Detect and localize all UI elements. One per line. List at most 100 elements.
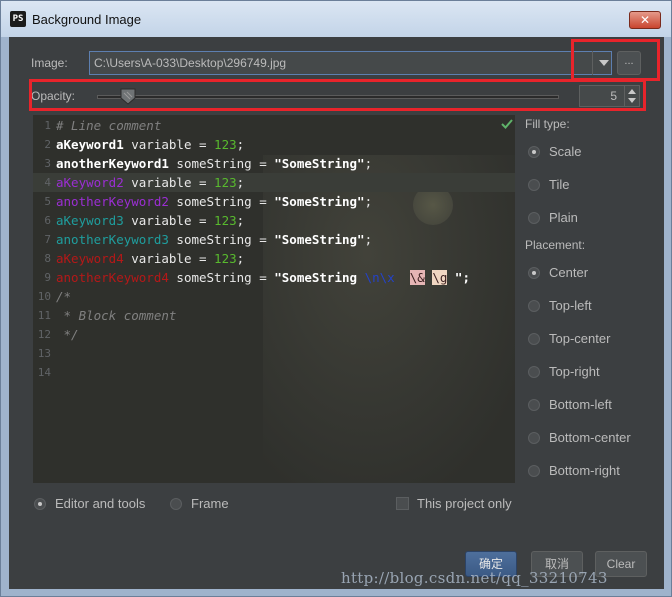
line-number: 8 [44, 252, 51, 265]
code-token: "; [447, 270, 470, 285]
fill-type-radio[interactable] [528, 146, 540, 158]
code-token: variable = [123, 137, 215, 152]
code-line: aKeyword3 variable = 123; [56, 213, 244, 228]
line-number: 11 [37, 309, 51, 322]
code-token: "SomeString" [274, 156, 365, 171]
placement-radio[interactable] [528, 432, 540, 444]
fill-type-option-label[interactable]: Scale [549, 144, 582, 159]
code-token: 123 [214, 213, 237, 228]
checkmark-icon [501, 119, 513, 129]
line-number: 3 [44, 157, 51, 170]
code-line: /* [56, 289, 71, 304]
code-token: \g [432, 270, 448, 285]
code-token: /* [56, 289, 72, 304]
watermark-text: http://blog.csdn.net/qq_33210743 [341, 569, 608, 587]
code-token: anotherKeyword3 [56, 232, 169, 247]
highlight-box-browse [571, 39, 660, 81]
code-token: aKeyword3 [56, 213, 124, 228]
placement-radio[interactable] [528, 366, 540, 378]
code-token: ; [236, 175, 245, 190]
code-token: aKeyword4 [56, 251, 124, 266]
line-number: 4 [44, 176, 51, 189]
code-token: 123 [214, 137, 237, 152]
background-image-dialog: PS Background Image ✕ Image: C:\Users\A-… [0, 0, 672, 597]
placement-radio[interactable] [528, 267, 540, 279]
placement-option-label[interactable]: Top-center [549, 331, 610, 346]
code-token: someString = [168, 194, 275, 209]
placement-radio[interactable] [528, 300, 540, 312]
code-token: */ [56, 327, 79, 342]
window-title: Background Image [32, 12, 142, 27]
line-number: 9 [44, 271, 51, 284]
code-line: aKeyword4 variable = 123; [56, 251, 244, 266]
title-bar: PS Background Image ✕ [1, 1, 671, 37]
code-token: someString = [168, 270, 275, 285]
editor-and-tools-label[interactable]: Editor and tools [55, 496, 145, 511]
fill-type-option-label[interactable]: Plain [549, 210, 578, 225]
code-token: someString = [168, 232, 275, 247]
placement-radio[interactable] [528, 465, 540, 477]
placement-radio[interactable] [528, 333, 540, 345]
code-line: aKeyword1 variable = 123; [56, 137, 244, 152]
code-token: * Block comment [56, 308, 177, 323]
line-number: 5 [44, 195, 51, 208]
line-number: 14 [37, 366, 51, 379]
line-number-gutter: 1 2 3 4 5 6 7 8 9 10 11 12 13 14 [33, 115, 55, 483]
image-label: Image: [31, 56, 68, 70]
fill-type-option-label[interactable]: Tile [549, 177, 569, 192]
line-number: 10 [37, 290, 51, 303]
line-number: 13 [37, 347, 51, 360]
code-token: aKeyword2 [56, 175, 124, 190]
code-token: anotherKeyword2 [56, 194, 169, 209]
fill-type-radio[interactable] [528, 179, 540, 191]
code-line: anotherKeyword2 someString = "SomeString… [56, 194, 372, 209]
code-token: variable = [123, 251, 215, 266]
image-path-value: C:\Users\A-033\Desktop\296749.jpg [94, 56, 287, 70]
code-line: */ [56, 327, 79, 342]
this-project-only-label[interactable]: This project only [417, 496, 512, 511]
fill-type-label: Fill type: [525, 117, 570, 131]
close-button[interactable]: ✕ [629, 11, 661, 29]
fill-type-radio[interactable] [528, 212, 540, 224]
code-token: anotherKeyword1 [56, 156, 169, 171]
code-line: aKeyword2 variable = 123; [56, 175, 244, 190]
code-token: ; [236, 251, 245, 266]
dialog-content: Image: C:\Users\A-033\Desktop\296749.jpg… [9, 37, 664, 589]
code-line: anotherKeyword3 someString = "SomeString… [56, 232, 372, 247]
this-project-only-checkbox[interactable] [396, 497, 409, 510]
editor-and-tools-radio[interactable] [34, 498, 46, 510]
code-token: someString = [168, 156, 275, 171]
code-line: # Line comment [56, 118, 161, 133]
code-token: variable = [123, 175, 215, 190]
placement-option-label[interactable]: Bottom-center [549, 430, 631, 445]
highlight-box-opacity [29, 79, 646, 111]
line-number: 7 [44, 233, 51, 246]
line-number: 1 [44, 119, 51, 132]
code-token: ; [364, 156, 373, 171]
placement-option-label[interactable]: Bottom-right [549, 463, 620, 478]
code-preview: 1 2 3 4 5 6 7 8 9 10 11 12 13 14 # Line comment aKeywo… [33, 115, 515, 483]
frame-label[interactable]: Frame [191, 496, 229, 511]
line-number: 12 [37, 328, 51, 341]
code-token: ; [236, 213, 245, 228]
placement-option-label[interactable]: Top-left [549, 298, 592, 313]
code-line: anotherKeyword4 someString = "SomeString… [56, 270, 470, 285]
code-token: 123 [214, 251, 237, 266]
image-path-combo[interactable]: C:\Users\A-033\Desktop\296749.jpg [89, 51, 612, 75]
placement-option-label[interactable]: Center [549, 265, 588, 280]
code-token: variable = [123, 213, 215, 228]
placement-option-label[interactable]: Bottom-left [549, 397, 612, 412]
frame-radio[interactable] [170, 498, 182, 510]
placement-radio[interactable] [528, 399, 540, 411]
code-token: "SomeString" [274, 194, 365, 209]
code-token: \& [409, 270, 425, 285]
code-token: anotherKeyword4 [56, 270, 169, 285]
placement-label: Placement: [525, 238, 586, 252]
line-number: 2 [44, 138, 51, 151]
code-token: ; [364, 194, 373, 209]
placement-option-label[interactable]: Top-right [549, 364, 600, 379]
code-token: "SomeString" [274, 232, 365, 247]
code-token: aKeyword1 [56, 137, 124, 152]
code-line: anotherKeyword1 someString = "SomeString… [56, 156, 372, 171]
